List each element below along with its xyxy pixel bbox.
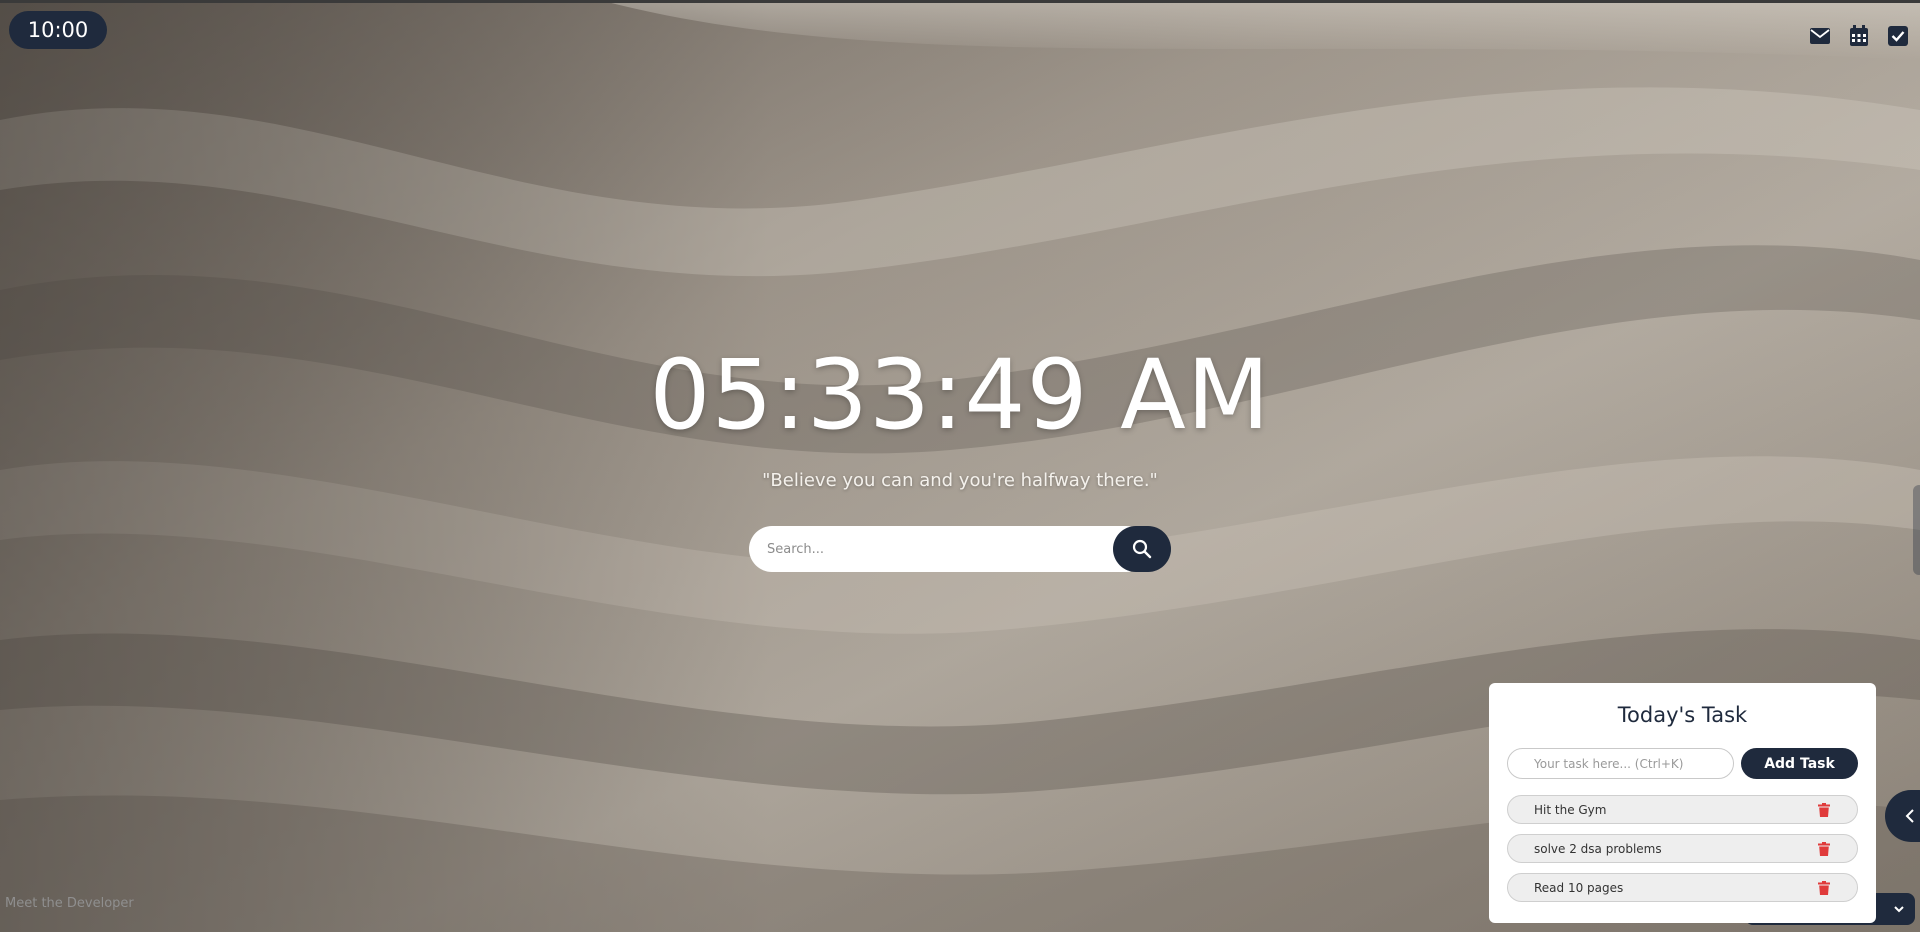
todays-task-panel: Today's Task Add Task Hit the Gym solve … xyxy=(1489,683,1876,923)
search-bar xyxy=(749,526,1171,572)
top-border xyxy=(0,0,1920,3)
mail-icon[interactable] xyxy=(1808,24,1832,48)
task-item[interactable]: solve 2 dsa problems xyxy=(1507,834,1858,863)
task-add-row: Add Task xyxy=(1507,748,1858,779)
add-task-button[interactable]: Add Task xyxy=(1741,748,1858,779)
meet-developer-link[interactable]: Meet the Developer xyxy=(5,896,134,911)
pomodoro-timer-button[interactable]: 10:00 xyxy=(9,11,107,49)
task-input[interactable] xyxy=(1507,748,1734,779)
side-edge-handle xyxy=(1913,485,1920,575)
task-label: Read 10 pages xyxy=(1534,880,1624,895)
trash-icon[interactable] xyxy=(1815,879,1833,897)
chevron-down-icon xyxy=(1894,906,1904,913)
task-label: solve 2 dsa problems xyxy=(1534,841,1662,856)
search-icon xyxy=(1132,539,1152,559)
header-icon-bar xyxy=(1808,24,1910,48)
task-panel-title: Today's Task xyxy=(1617,703,1748,727)
clock-display: 05:33:49 AM xyxy=(649,339,1271,451)
calendar-icon[interactable] xyxy=(1847,24,1871,48)
trash-icon[interactable] xyxy=(1815,801,1833,819)
search-input[interactable] xyxy=(749,526,1149,572)
trash-icon[interactable] xyxy=(1815,840,1833,858)
checkbox-icon[interactable] xyxy=(1886,24,1910,48)
task-label: Hit the Gym xyxy=(1534,802,1607,817)
task-list: Hit the Gym solve 2 dsa problems Read 10… xyxy=(1507,795,1858,912)
search-button[interactable] xyxy=(1113,526,1171,572)
task-item[interactable]: Read 10 pages xyxy=(1507,873,1858,902)
chevron-left-icon xyxy=(1905,809,1914,823)
motivational-quote: "Believe you can and you're halfway ther… xyxy=(762,470,1158,491)
task-item[interactable]: Hit the Gym xyxy=(1507,795,1858,824)
